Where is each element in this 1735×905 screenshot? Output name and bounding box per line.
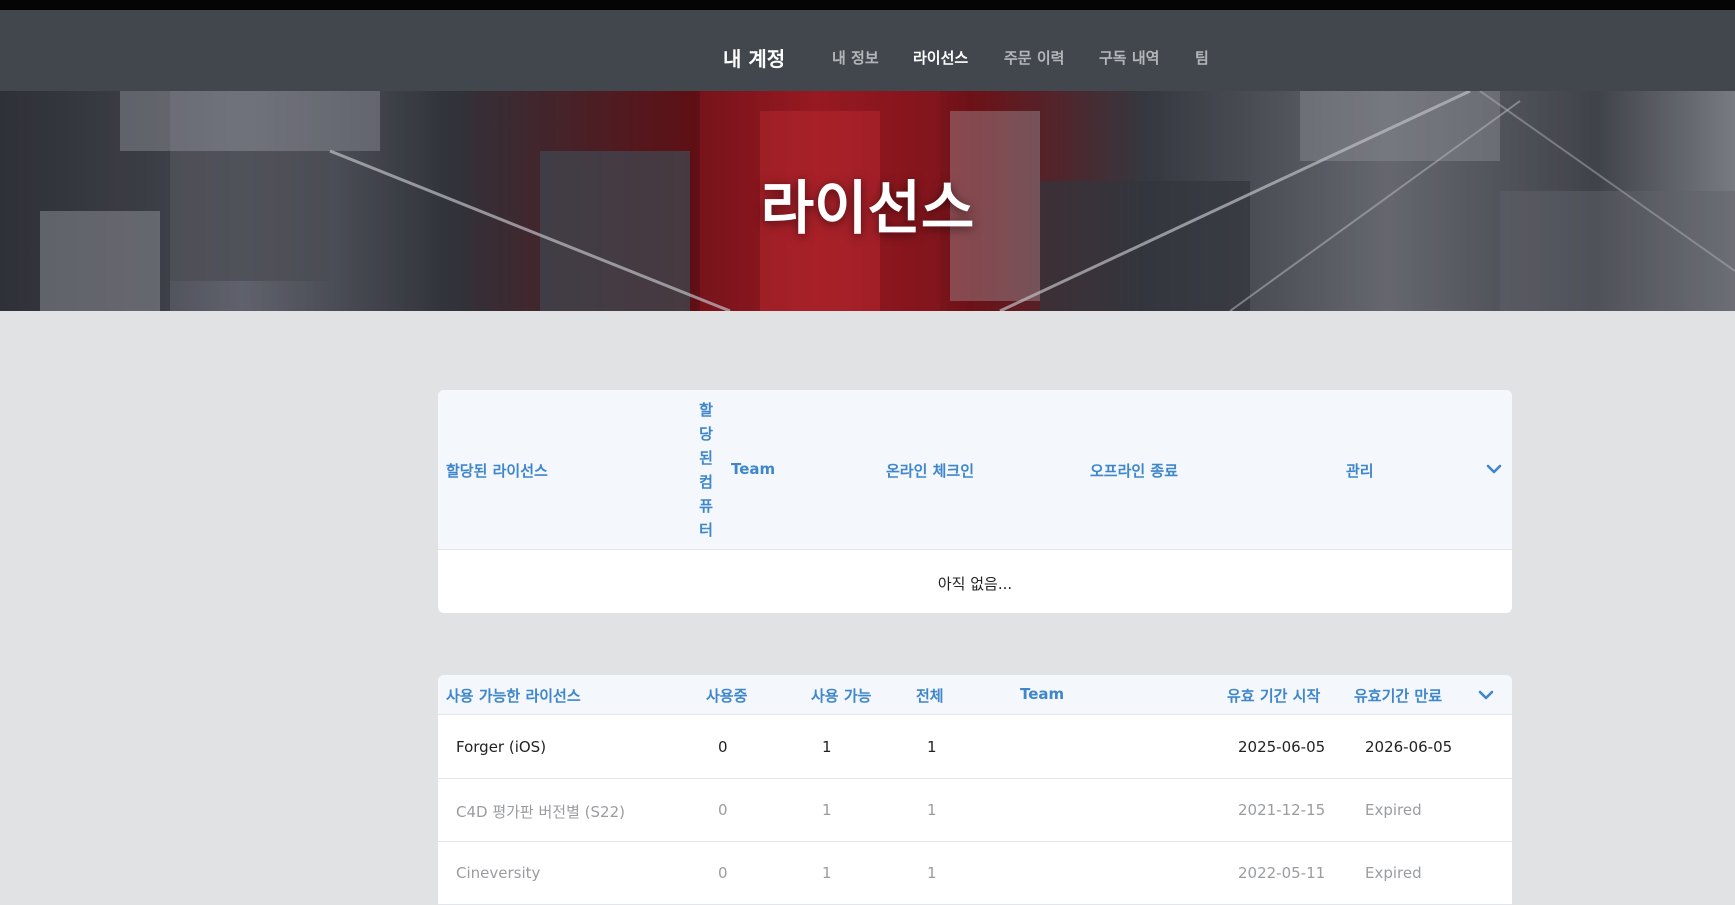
- nav-link-licenses[interactable]: 라이선스: [913, 47, 968, 68]
- license-name: Forger (iOS): [456, 738, 547, 756]
- top-strip: [0, 0, 1735, 10]
- total-count: 1: [927, 864, 937, 882]
- hero-banner: 라이선스: [0, 91, 1735, 311]
- col-available-license[interactable]: 사용 가능한 라이선스: [446, 685, 581, 706]
- assigned-licenses-table: 할당된 라이선스 할당된컴퓨터 Team 온라인 체크인 오프라인 종료 관리 …: [438, 390, 1512, 613]
- col-valid-start[interactable]: 유효 기간 시작: [1227, 685, 1320, 706]
- available-count: 1: [822, 864, 832, 882]
- valid-start-date: 2022-05-11: [1238, 864, 1326, 882]
- top-navbar: 내 계정 내 정보 라이선스 주문 이력 구독 내역 팀: [0, 10, 1735, 91]
- col-total[interactable]: 전체: [916, 685, 944, 706]
- valid-start-date: 2021-12-15: [1238, 801, 1326, 819]
- total-count: 1: [927, 801, 937, 819]
- nav-link-subscriptions[interactable]: 구독 내역: [1099, 47, 1159, 68]
- valid-end-date: 2026-06-05: [1365, 738, 1453, 756]
- empty-state-text: 아직 없음...: [937, 575, 1013, 593]
- col-offline-end[interactable]: 오프라인 종료: [1090, 460, 1178, 481]
- nav-link-order-history[interactable]: 주문 이력: [1004, 47, 1064, 68]
- col-available-count[interactable]: 사용 가능: [811, 685, 871, 706]
- in-use-count: 0: [718, 801, 728, 819]
- col-team[interactable]: Team: [1020, 685, 1064, 703]
- col-team[interactable]: Team: [731, 460, 775, 478]
- available-table-header: 사용 가능한 라이선스 사용중 사용 가능 전체 Team 유효 기간 시작 유…: [438, 675, 1512, 715]
- col-assigned-computer[interactable]: 할당된컴퓨터: [695, 398, 717, 542]
- col-valid-end[interactable]: 유효기간 만료: [1354, 685, 1442, 706]
- table-row[interactable]: Forger (iOS) 0 1 1 2025-06-05 2026-06-05: [438, 716, 1512, 779]
- table-row[interactable]: Cineversity 0 1 1 2022-05-11 Expired: [438, 842, 1512, 905]
- nav-link-my-info[interactable]: 내 정보: [832, 47, 879, 68]
- available-licenses-table: 사용 가능한 라이선스 사용중 사용 가능 전체 Team 유효 기간 시작 유…: [438, 675, 1512, 905]
- in-use-count: 0: [718, 864, 728, 882]
- available-count: 1: [822, 801, 832, 819]
- valid-start-date: 2025-06-05: [1238, 738, 1326, 756]
- col-assigned-license[interactable]: 할당된 라이선스: [446, 460, 548, 481]
- brand-title[interactable]: 내 계정: [723, 43, 785, 72]
- chevron-down-icon[interactable]: [1483, 458, 1505, 480]
- license-name: C4D 평가판 버전별 (S22): [456, 803, 625, 821]
- nav-link-team[interactable]: 팀: [1195, 47, 1209, 68]
- col-manage[interactable]: 관리: [1346, 460, 1374, 481]
- col-online-checkin[interactable]: 온라인 체크인: [886, 460, 974, 481]
- valid-end-status: Expired: [1365, 864, 1422, 882]
- in-use-count: 0: [718, 738, 728, 756]
- page-title: 라이선스: [760, 174, 975, 242]
- valid-end-status: Expired: [1365, 801, 1422, 819]
- total-count: 1: [927, 738, 937, 756]
- available-count: 1: [822, 738, 832, 756]
- table-row[interactable]: C4D 평가판 버전별 (S22) 0 1 1 2021-12-15 Expir…: [438, 779, 1512, 842]
- assigned-table-header: 할당된 라이선스 할당된컴퓨터 Team 온라인 체크인 오프라인 종료 관리: [438, 390, 1512, 550]
- chevron-down-icon[interactable]: [1475, 684, 1497, 706]
- license-name: Cineversity: [456, 864, 541, 882]
- col-in-use[interactable]: 사용중: [706, 685, 747, 706]
